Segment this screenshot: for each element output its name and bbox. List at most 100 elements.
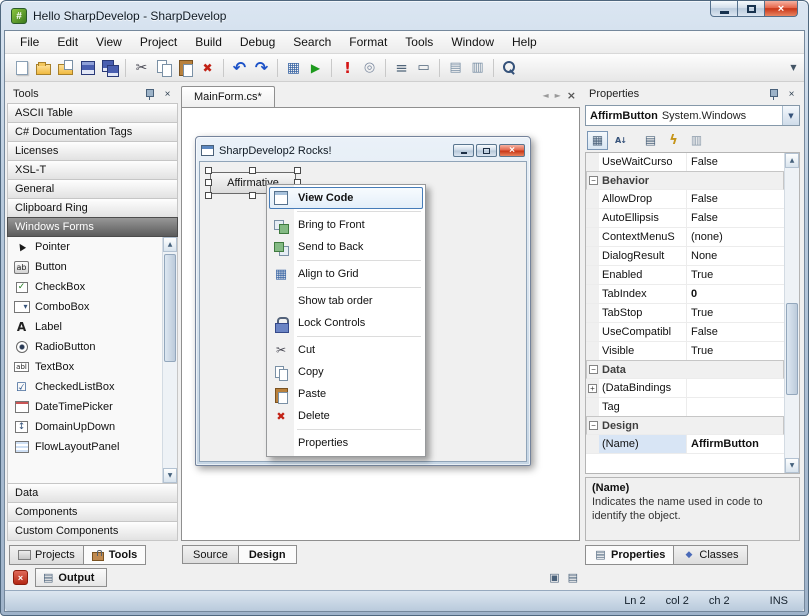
close-document-icon[interactable]: × — [567, 89, 576, 102]
property-category-design[interactable]: −Design — [586, 416, 784, 435]
context-menu-item-lock-controls[interactable]: Lock Controls — [269, 312, 423, 334]
property-grid-scrollbar[interactable]: ▲ ▼ — [784, 153, 799, 473]
title-bar[interactable]: # Hello SharpDevelop - SharpDevelop — [1, 1, 808, 31]
menu-search[interactable]: Search — [284, 31, 340, 53]
dropdown-icon[interactable]: ▼ — [782, 106, 799, 125]
open-icon[interactable] — [33, 57, 54, 78]
save-icon[interactable] — [77, 57, 98, 78]
close-panel-icon[interactable]: × — [161, 88, 174, 101]
toolbox-category-windows-forms[interactable]: Windows Forms — [7, 217, 178, 237]
toolbox-item-checkbox[interactable]: CheckBox — [8, 277, 162, 297]
events-icon[interactable] — [663, 131, 684, 150]
abort-icon[interactable] — [337, 57, 358, 78]
context-menu-item-cut[interactable]: Cut — [269, 339, 423, 361]
property-row-databindings[interactable]: +(DataBindings — [586, 379, 784, 398]
menu-help[interactable]: Help — [503, 31, 546, 53]
property-value[interactable]: True — [687, 342, 784, 360]
menu-format[interactable]: Format — [340, 31, 396, 53]
breakpoint-icon[interactable] — [359, 57, 380, 78]
property-row-allowdrop[interactable]: AllowDropFalse — [586, 190, 784, 209]
toolbox-category-licenses[interactable]: Licenses — [7, 141, 178, 161]
property-row-tabindex[interactable]: TabIndex0 — [586, 285, 784, 304]
property-row-usewaitcurso[interactable]: UseWaitCursoFalse — [586, 153, 784, 172]
collapse-icon[interactable]: − — [589, 176, 598, 185]
selection-handle[interactable] — [205, 167, 212, 174]
document-tab-mainform[interactable]: MainForm.cs* — [181, 86, 275, 107]
property-value[interactable]: False — [687, 153, 784, 171]
selection-handle[interactable] — [294, 167, 301, 174]
alphabetical-icon[interactable] — [610, 131, 631, 150]
selection-handle[interactable] — [205, 192, 212, 199]
search-icon[interactable] — [499, 57, 520, 78]
nav-back-icon[interactable]: ◄ — [542, 91, 548, 100]
property-category-data[interactable]: −Data — [586, 360, 784, 379]
property-category-behavior[interactable]: −Behavior — [586, 171, 784, 190]
scrollbar-thumb[interactable] — [164, 254, 176, 362]
context-menu-item-view-code[interactable]: View Code — [269, 187, 423, 209]
toolbox-item-pointer[interactable]: Pointer — [8, 237, 162, 257]
property-row-name[interactable]: (Name)AffirmButton — [586, 435, 784, 454]
view-tab-source[interactable]: Source — [182, 545, 239, 564]
output-tab[interactable]: ▤ Output — [35, 568, 107, 587]
toolbox-item-combobox[interactable]: ComboBox — [8, 297, 162, 317]
designer-canvas[interactable]: SharpDevelop2 Rocks! × Affirmative — [181, 107, 580, 541]
property-row-visible[interactable]: VisibleTrue — [586, 342, 784, 361]
tab-classes[interactable]: Classes — [673, 545, 747, 565]
property-value[interactable]: False — [687, 190, 784, 208]
toolbox-category-c-documentation-tags[interactable]: C# Documentation Tags — [7, 122, 178, 142]
context-menu-item-paste[interactable]: Paste — [269, 383, 423, 405]
object-selector[interactable]: AffirmButton System.Windows ▼ — [585, 105, 800, 126]
toolbox-item-checkedlistbox[interactable]: CheckedListBox — [8, 377, 162, 397]
context-menu-item-align-to-grid[interactable]: Align to Grid — [269, 263, 423, 285]
expand-icon[interactable]: + — [588, 384, 597, 393]
chevron-down-icon[interactable]: ▼ — [787, 63, 800, 72]
collapse-icon[interactable]: − — [589, 365, 598, 374]
property-value[interactable]: True — [687, 266, 784, 284]
property-row-dialogresult[interactable]: DialogResultNone — [586, 247, 784, 266]
property-value[interactable]: False — [687, 209, 784, 227]
menu-window[interactable]: Window — [442, 31, 503, 53]
delete-icon[interactable] — [197, 57, 218, 78]
toolbox-category-general[interactable]: General — [7, 179, 178, 199]
save-all-icon[interactable] — [99, 57, 120, 78]
toolbox-item-domainupdown[interactable]: DomainUpDown — [8, 417, 162, 437]
class-browser-icon[interactable] — [445, 57, 466, 78]
toolbox-category-xsl-t[interactable]: XSL-T — [7, 160, 178, 180]
context-menu-item-delete[interactable]: Delete — [269, 405, 423, 427]
context-menu-item-copy[interactable]: Copy — [269, 361, 423, 383]
minimize-button[interactable] — [710, 1, 738, 17]
toolbox-scrollbar[interactable]: ▲ ▼ — [162, 237, 177, 483]
open-project-icon[interactable] — [55, 57, 76, 78]
toolbox-item-flowlayoutpanel[interactable]: FlowLayoutPanel — [8, 437, 162, 457]
property-row-contextmenus[interactable]: ContextMenuS(none) — [586, 228, 784, 247]
tab-properties[interactable]: Properties — [585, 545, 674, 565]
property-value[interactable]: AffirmButton — [687, 435, 784, 453]
close-button[interactable]: × — [764, 1, 798, 17]
categorized-icon[interactable] — [587, 131, 608, 150]
property-row-enabled[interactable]: EnabledTrue — [586, 266, 784, 285]
form-minimize-button[interactable] — [453, 144, 474, 157]
paste-icon[interactable] — [175, 57, 196, 78]
property-value[interactable]: None — [687, 247, 784, 265]
menu-view[interactable]: View — [87, 31, 131, 53]
menu-build[interactable]: Build — [186, 31, 231, 53]
property-value[interactable]: 0 — [687, 285, 784, 303]
redo-icon[interactable] — [251, 57, 272, 78]
close-panel-icon[interactable]: × — [785, 88, 798, 101]
property-value[interactable] — [687, 398, 784, 416]
toolbox-category-data[interactable]: Data — [7, 483, 178, 503]
bookmark-list-icon[interactable] — [391, 57, 412, 78]
view-tab-design[interactable]: Design — [238, 545, 297, 564]
menu-tools[interactable]: Tools — [396, 31, 442, 53]
context-menu-item-bring-to-front[interactable]: Bring to Front — [269, 214, 423, 236]
toolbox-category-ascii-table[interactable]: ASCII Table — [7, 103, 178, 123]
new-file-icon[interactable] — [11, 57, 32, 78]
collapse-icon[interactable]: − — [589, 421, 598, 430]
property-row-tag[interactable]: Tag — [586, 398, 784, 417]
pin-icon[interactable] — [767, 88, 780, 101]
pin-icon[interactable] — [143, 88, 156, 101]
toolbox-item-datetimepicker[interactable]: DateTimePicker — [8, 397, 162, 417]
toolbox-category-clipboard-ring[interactable]: Clipboard Ring — [7, 198, 178, 218]
menu-edit[interactable]: Edit — [48, 31, 87, 53]
form-maximize-button[interactable] — [476, 144, 497, 157]
